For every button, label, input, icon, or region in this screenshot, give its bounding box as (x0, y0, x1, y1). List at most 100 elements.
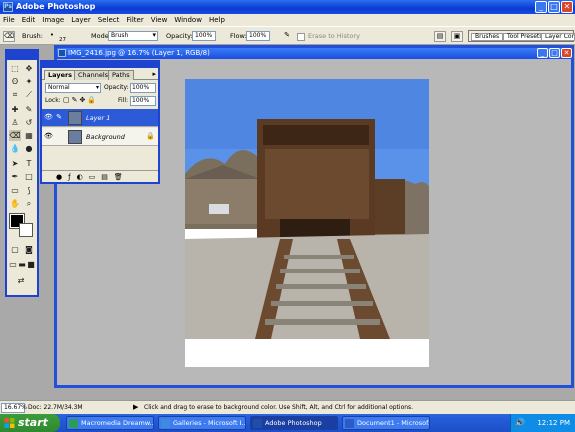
menu-layer[interactable]: Layer (71, 16, 91, 24)
brush-size: 27 (59, 37, 66, 43)
menu-image[interactable]: Image (42, 16, 64, 24)
file-browser-icon[interactable]: ▤ (434, 31, 446, 42)
visibility-eye-icon[interactable]: 👁 (44, 132, 53, 141)
doc-maximize-button[interactable]: □ (549, 48, 560, 58)
lock-icons[interactable]: ▢✎✥🔒 (63, 96, 98, 104)
eraser-tool-preset-icon[interactable]: ⌫ (3, 31, 15, 42)
move-tool-icon[interactable]: ✥ (23, 63, 35, 74)
layer-thumbnail (68, 130, 82, 144)
boxcar-top-slats (263, 125, 369, 145)
layers-palette: Layers Channels Paths ▸ Normal ▾ Opacity:… (40, 60, 160, 184)
menu-filter[interactable]: Filter (126, 16, 143, 24)
blur-tool-icon[interactable]: 💧 (9, 143, 21, 154)
type-tool-icon[interactable]: T (23, 158, 35, 169)
doc-close-button[interactable]: ✕ (561, 48, 572, 58)
link-brush-icon[interactable]: ✎ (55, 113, 63, 122)
layer-row-background[interactable]: 👁 Background 🔒 (42, 128, 158, 146)
doc-size: Doc: 22.7M/34.3M (28, 404, 83, 411)
magic-wand-tool-icon[interactable]: ✦ (23, 76, 35, 87)
layer-opacity-input[interactable]: 100% (130, 83, 156, 93)
windows-flag-icon (4, 418, 15, 428)
tab-layer-comps[interactable]: Layer Comps (541, 33, 575, 41)
word-icon (345, 419, 354, 428)
mode-select[interactable]: Brush (108, 31, 158, 41)
opacity-input[interactable]: 100% (192, 31, 216, 41)
boxcar-end-wall (265, 149, 369, 219)
clock: 12:12 PM (537, 419, 570, 427)
minimize-button[interactable]: _ (535, 1, 547, 13)
menu-file[interactable]: File (3, 16, 15, 24)
visibility-eye-icon[interactable]: 👁 (44, 113, 53, 122)
close-button[interactable]: ✕ (561, 1, 573, 13)
menu-help[interactable]: Help (209, 16, 225, 24)
tab-tool-presets[interactable]: Tool Presets (503, 33, 547, 41)
menu-window[interactable]: Window (174, 16, 202, 24)
volume-icon[interactable]: 🔊 (515, 414, 525, 432)
crop-tool-icon[interactable]: ⌗ (9, 89, 21, 100)
standard-mode-icon[interactable]: ▢ (9, 244, 21, 255)
screen-mode-full-menu-icon[interactable]: ▬ (18, 259, 26, 270)
task-dreamweaver[interactable]: Macromedia Dreamw... (66, 416, 154, 430)
windows-taskbar: start Macromedia Dreamw... Galleries - M… (0, 414, 575, 432)
maximize-button[interactable]: □ (548, 1, 560, 13)
flow-input[interactable]: 100% (246, 31, 270, 41)
task-galleries-ie[interactable]: Galleries - Microsoft I... (158, 416, 246, 430)
menu-select[interactable]: Select (98, 16, 120, 24)
document-titlebar: IMG_2416.jpg @ 16.7% (Layer 1, RGB/8) _ … (57, 48, 572, 59)
start-button[interactable]: start (0, 414, 60, 432)
zoom-tool-icon[interactable]: ⌕ (23, 198, 35, 209)
brush-tool-icon[interactable]: ✎ (23, 104, 35, 115)
gradient-tool-icon[interactable]: ▦ (23, 130, 35, 141)
shape-tool-icon[interactable]: □ (23, 171, 35, 182)
status-arrow-icon[interactable]: ▶ (133, 403, 138, 411)
image-canvas[interactable] (185, 79, 429, 367)
erase-to-history-checkbox[interactable] (297, 33, 305, 41)
notes-tool-icon[interactable]: ▭ (9, 185, 21, 196)
station-sign (209, 204, 229, 214)
layer-row-layer1[interactable]: 👁 ✎ Layer 1 (42, 109, 158, 127)
fill-input[interactable]: 100% (130, 96, 156, 106)
tab-channels[interactable]: Channels (74, 70, 113, 80)
menu-edit[interactable]: Edit (22, 16, 36, 24)
brush-label: Brush: (22, 32, 43, 40)
brush-preview-icon[interactable]: • (46, 31, 58, 42)
clone-stamp-tool-icon[interactable]: ♙ (9, 117, 21, 128)
layers-footer-buttons[interactable]: ●ƒ◐▭▤🗑 (42, 170, 158, 182)
lasso-tool-icon[interactable]: ʘ (9, 76, 21, 87)
app-title: Adobe Photoshop (16, 2, 96, 11)
task-word-document[interactable]: Document1 - Microsof... (342, 416, 430, 430)
palette-icon[interactable]: ▣ (451, 31, 463, 42)
screen-mode-standard-icon[interactable]: ▭ (9, 259, 17, 270)
eraser-tool-icon[interactable]: ⌫ (9, 130, 21, 141)
zoom-level-input[interactable]: 16.67% (1, 403, 27, 413)
doc-minimize-button[interactable]: _ (537, 48, 548, 58)
slice-tool-icon[interactable]: ⟋ (23, 89, 35, 100)
background-color-swatch[interactable] (19, 223, 33, 237)
history-brush-tool-icon[interactable]: ↺ (23, 117, 35, 128)
marquee-tool-icon[interactable]: ⬚ (9, 63, 21, 74)
eyedropper-tool-icon[interactable]: ⟆ (23, 185, 35, 196)
hand-tool-icon[interactable]: ✋ (9, 198, 21, 209)
document-title: IMG_2416.jpg @ 16.7% (Layer 1, RGB/8) (68, 49, 210, 57)
task-photoshop[interactable]: Adobe Photoshop (250, 416, 338, 430)
pen-tool-icon[interactable]: ✒ (9, 171, 21, 182)
photoshop-icon (253, 419, 262, 428)
boxcar-side (375, 179, 405, 234)
jump-to-imageready-icon[interactable]: ⇄ (15, 275, 27, 286)
dodge-tool-icon[interactable]: ● (23, 143, 35, 154)
airbrush-icon[interactable]: ✎ (281, 31, 293, 42)
toolbox-header[interactable] (7, 51, 37, 60)
tab-layers[interactable]: Layers (44, 70, 77, 80)
screen-mode-full-icon[interactable]: ■ (27, 259, 35, 270)
healing-brush-tool-icon[interactable]: ✚ (9, 104, 21, 115)
tab-paths[interactable]: Paths (108, 70, 134, 80)
tab-brushes[interactable]: Brushes (471, 33, 504, 41)
palette-menu-icon[interactable]: ▸ (152, 70, 156, 78)
fill-label: Fill: (118, 97, 129, 104)
menu-view[interactable]: View (151, 16, 168, 24)
quick-mask-mode-icon[interactable]: ◙ (23, 244, 35, 255)
blend-mode-select[interactable]: Normal ▾ (45, 83, 101, 93)
document-icon (58, 49, 66, 57)
photoshop-app-icon: Ps (3, 2, 13, 12)
path-selection-tool-icon[interactable]: ➤ (9, 158, 21, 169)
